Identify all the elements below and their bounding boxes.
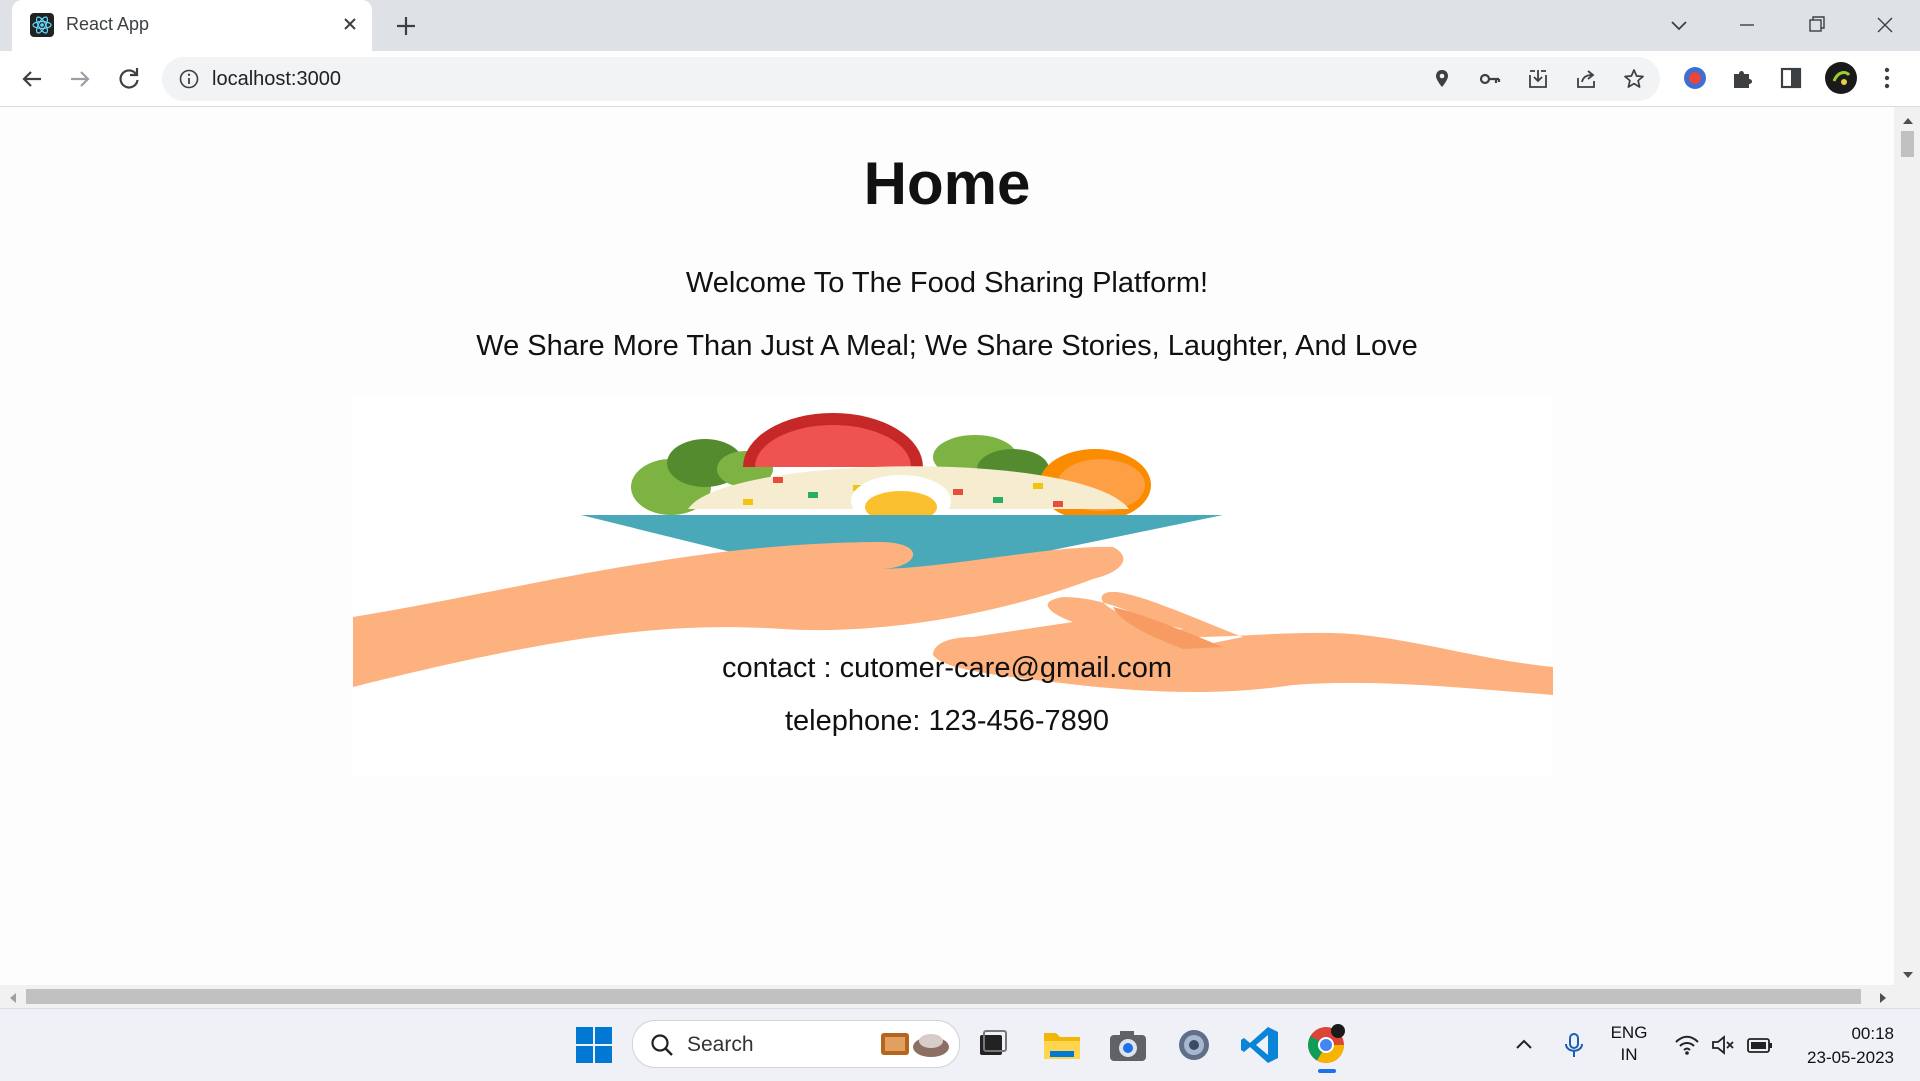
restore-icon[interactable]	[1799, 8, 1833, 42]
clock-date: 23-05-2023	[1807, 1048, 1894, 1067]
reload-icon[interactable]	[113, 63, 145, 95]
tab-title: React App	[66, 14, 150, 34]
profile-avatar[interactable]	[1824, 61, 1858, 95]
taskbar: Search ENG IN 00:18 23-05-2023	[0, 1008, 1920, 1081]
site-info-icon[interactable]	[178, 68, 200, 90]
vertical-scrollbar[interactable]	[1894, 107, 1920, 985]
search-label: Search	[687, 1033, 754, 1056]
wifi-icon[interactable]	[1674, 1033, 1700, 1062]
contact-text: contact : cutomer-care@gmail.com	[721, 652, 1173, 684]
extensions-puzzle-icon[interactable]	[1728, 63, 1758, 93]
welcome-text: Welcome To The Food Sharing Platform!	[685, 267, 1209, 299]
location-pin-icon[interactable]	[1430, 67, 1454, 91]
tab-strip: React App	[0, 0, 1920, 51]
forward-icon[interactable]	[64, 63, 96, 95]
show-hidden-icons-chevron-icon[interactable]	[1512, 1033, 1536, 1062]
share-icon[interactable]	[1574, 67, 1598, 91]
clock[interactable]: 00:18 23-05-2023	[1794, 1022, 1894, 1070]
telephone-text: telephone: 123-456-7890	[784, 705, 1110, 737]
chrome-active-indicator	[1318, 1069, 1336, 1073]
horizontal-scrollbar[interactable]	[0, 985, 1920, 1008]
battery-icon[interactable]	[1746, 1033, 1774, 1062]
tab-search-chevron-icon[interactable]	[1662, 8, 1696, 42]
clock-time: 00:18	[1851, 1024, 1894, 1043]
language-code: ENG	[1610, 1023, 1648, 1042]
camera-icon[interactable]	[1106, 1023, 1150, 1067]
scroll-up-arrow-icon[interactable]	[1902, 113, 1914, 131]
new-tab-icon[interactable]	[392, 12, 420, 40]
bookmark-star-icon[interactable]	[1622, 67, 1646, 91]
key-icon[interactable]	[1478, 67, 1502, 91]
close-window-icon[interactable]	[1868, 8, 1902, 42]
tagline-text: We Share More Than Just A Meal; We Share…	[476, 330, 1418, 362]
scroll-down-arrow-icon[interactable]	[1902, 967, 1914, 985]
minimize-icon[interactable]	[1730, 8, 1764, 42]
browser-tab[interactable]: React App	[12, 0, 372, 51]
install-app-icon[interactable]	[1526, 67, 1550, 91]
address-bar[interactable]: localhost:3000	[162, 57, 1660, 101]
vertical-scroll-thumb[interactable]	[1901, 131, 1914, 157]
file-explorer-icon[interactable]	[1040, 1023, 1084, 1067]
scroll-left-arrow-icon[interactable]	[8, 991, 18, 1009]
page-viewport: Home Welcome To The Food Sharing Platfor…	[0, 107, 1894, 985]
scroll-right-arrow-icon[interactable]	[1878, 991, 1888, 1009]
region-code: IN	[1620, 1045, 1638, 1064]
chrome-icon[interactable]	[1304, 1023, 1348, 1067]
back-icon[interactable]	[16, 63, 48, 95]
language-indicator[interactable]: ENG IN	[1606, 1022, 1652, 1066]
browser-toolbar: localhost:3000	[0, 51, 1920, 107]
settings-gear-icon[interactable]	[1172, 1023, 1216, 1067]
page-title: Home	[863, 150, 1031, 217]
windows-start-icon[interactable]	[572, 1023, 616, 1067]
volume-muted-icon[interactable]	[1710, 1033, 1736, 1062]
taskbar-search-box[interactable]: Search	[632, 1020, 960, 1068]
search-highlight-icon	[877, 1027, 953, 1066]
search-icon	[649, 1032, 675, 1063]
vscode-icon[interactable]	[1238, 1023, 1282, 1067]
task-view-icon[interactable]	[970, 1023, 1014, 1067]
menu-kebab-icon[interactable]	[1872, 63, 1902, 93]
side-panel-icon[interactable]	[1776, 63, 1806, 93]
react-logo-icon	[30, 13, 54, 37]
horizontal-scroll-thumb[interactable]	[26, 989, 1861, 1004]
microphone-icon[interactable]	[1562, 1031, 1586, 1064]
url-text[interactable]: localhost:3000	[212, 68, 341, 91]
extension-globe-icon[interactable]	[1680, 63, 1710, 93]
tab-close-icon[interactable]	[338, 12, 362, 36]
